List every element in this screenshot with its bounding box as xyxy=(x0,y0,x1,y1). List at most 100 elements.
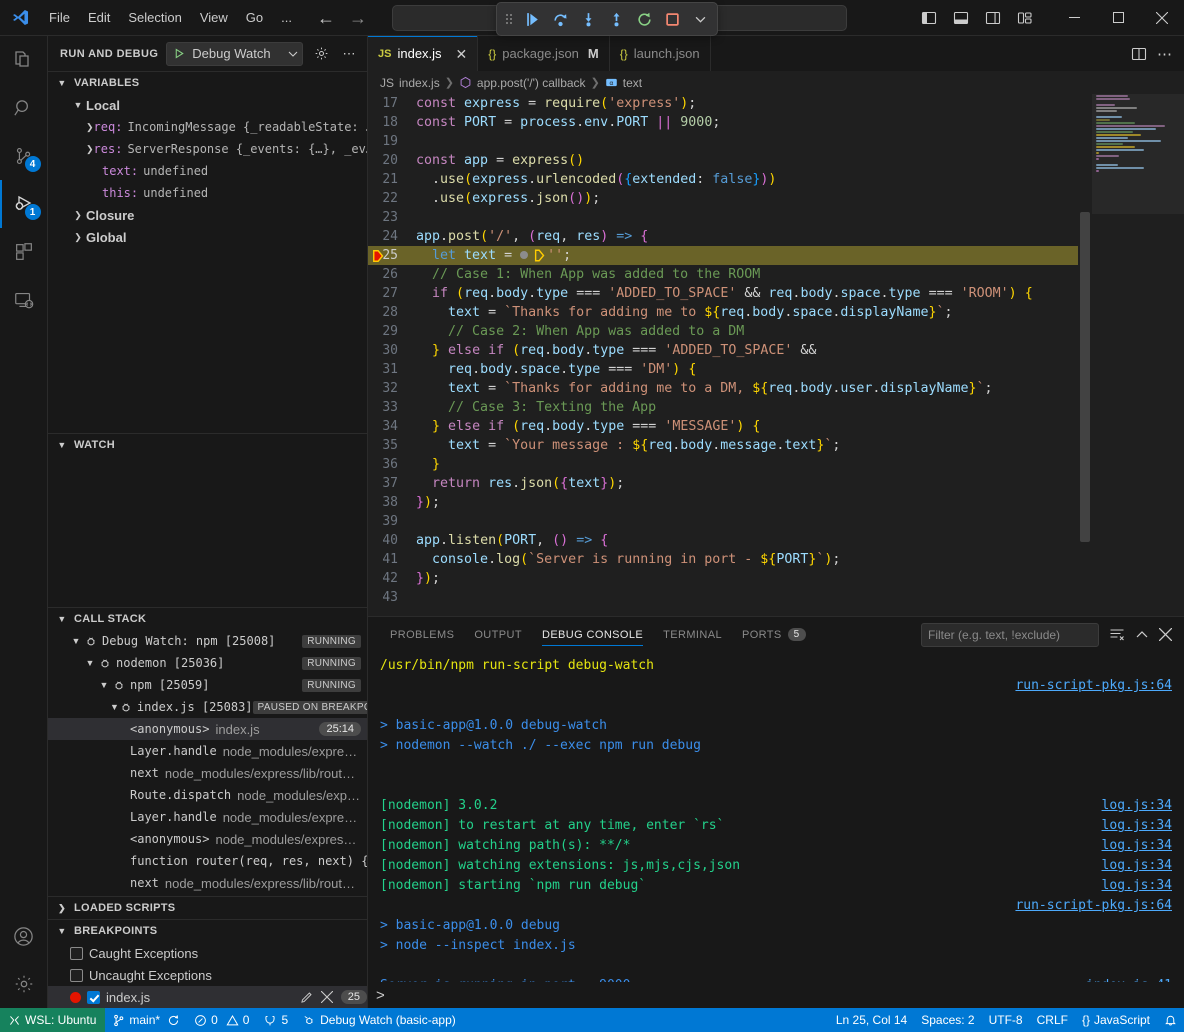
code-line[interactable]: 41 console.log(`Server is running in por… xyxy=(368,550,1078,569)
clear-console-icon[interactable] xyxy=(1109,627,1125,643)
menu-file[interactable]: File xyxy=(40,5,79,31)
call-stack-session[interactable]: ▼ nodemon [25036] RUNNING xyxy=(48,652,367,674)
menu-view[interactable]: View xyxy=(191,5,237,31)
breakpoint-uncaught-exceptions[interactable]: Uncaught Exceptions xyxy=(48,964,367,986)
drag-handle-icon[interactable] xyxy=(501,7,517,31)
breadcrumb-item-file[interactable]: index.js xyxy=(399,76,440,90)
variable-row[interactable]: this: undefined xyxy=(48,182,367,204)
status-problems-indicator[interactable]: 0 0 xyxy=(187,1008,256,1032)
sidebar-item-explorer[interactable] xyxy=(0,36,48,84)
close-window-button[interactable] xyxy=(1140,0,1184,36)
back-arrow-icon[interactable]: ← xyxy=(317,9,335,27)
variables-scope-local[interactable]: ▼ Local xyxy=(48,94,367,116)
step-into-button[interactable] xyxy=(575,6,601,32)
editor-vertical-scrollbar[interactable] xyxy=(1078,94,1092,616)
watch-section-header[interactable]: ▼ WATCH xyxy=(48,434,367,456)
manage-gear-icon[interactable] xyxy=(0,960,48,1008)
status-remote-indicator[interactable]: WSL: Ubuntu xyxy=(0,1008,105,1032)
code-editor[interactable]: 17const express = require('express');18c… xyxy=(368,94,1184,616)
code-line[interactable]: 32 text = `Thanks for adding me to a DM,… xyxy=(368,379,1078,398)
inline-debug-decoration[interactable] xyxy=(520,248,547,263)
toggle-primary-sidebar-icon[interactable] xyxy=(916,5,942,31)
console-source-link[interactable]: log.js:34 xyxy=(1102,816,1172,836)
launch-configuration-select[interactable]: Debug Watch xyxy=(166,42,303,66)
checkbox[interactable] xyxy=(70,947,83,960)
debug-settings-gear-icon[interactable] xyxy=(311,44,331,64)
call-stack-frame[interactable]: Layer.handle node_modules/expres… xyxy=(48,740,367,762)
tab-index-js[interactable]: JS index.js ✕ xyxy=(368,36,478,71)
forward-arrow-icon[interactable]: → xyxy=(349,9,367,27)
code-line[interactable]: 25 let text = ''; xyxy=(368,246,1078,265)
call-stack-frame[interactable]: <anonymous> index.js 25:14 xyxy=(48,718,367,740)
code-lines-container[interactable]: 17const express = require('express');18c… xyxy=(368,94,1078,616)
menu-go[interactable]: Go xyxy=(237,5,272,31)
debug-console-input[interactable]: > xyxy=(368,982,1184,1008)
tab-package-json[interactable]: {} package.json M xyxy=(478,36,609,71)
code-line[interactable]: 27 if (req.body.type === 'ADDED_TO_SPACE… xyxy=(368,284,1078,303)
console-source-link[interactable]: log.js:34 xyxy=(1102,836,1172,856)
tab-terminal[interactable]: TERMINAL xyxy=(653,617,732,652)
status-indentation[interactable]: Spaces: 2 xyxy=(914,1008,981,1032)
variables-scope-global[interactable]: ❯ Global xyxy=(48,226,367,248)
restart-button[interactable] xyxy=(631,6,657,32)
menu-selection[interactable]: Selection xyxy=(119,5,190,31)
menu-edit[interactable]: Edit xyxy=(79,5,119,31)
maximize-button[interactable] xyxy=(1096,0,1140,36)
sidebar-item-search[interactable] xyxy=(0,84,48,132)
close-icon[interactable]: ✕ xyxy=(456,47,468,61)
more-actions-icon[interactable]: ⋯ xyxy=(1157,45,1172,63)
breadcrumb-item-function[interactable]: app.post('/') callback xyxy=(477,76,586,90)
call-stack-frame[interactable]: Route.dispatch node_modules/exp… xyxy=(48,784,367,806)
checkbox[interactable] xyxy=(70,969,83,982)
tab-debug-console[interactable]: DEBUG CONSOLE xyxy=(532,617,653,652)
call-stack-frame[interactable]: next node_modules/express/lib/rout… xyxy=(48,762,367,784)
code-line[interactable]: 24app.post('/', (req, res) => { xyxy=(368,227,1078,246)
code-line[interactable]: 26 // Case 1: When App was added to the … xyxy=(368,265,1078,284)
call-stack-frame[interactable]: next node_modules/express/lib/rout… xyxy=(48,872,367,894)
breakpoints-section-header[interactable]: ▼ BREAKPOINTS xyxy=(48,920,367,942)
split-editor-icon[interactable] xyxy=(1131,46,1147,62)
status-eol[interactable]: CRLF xyxy=(1030,1008,1075,1032)
chevron-down-icon[interactable] xyxy=(687,6,713,32)
accounts-button[interactable] xyxy=(0,912,48,960)
code-line[interactable]: 20const app = express() xyxy=(368,151,1078,170)
code-line[interactable]: 35 text = `Your message : ${req.body.mes… xyxy=(368,436,1078,455)
tab-problems[interactable]: PROBLEMS xyxy=(380,617,464,652)
status-branch-indicator[interactable]: main* xyxy=(105,1008,187,1032)
breadcrumb-item-symbol[interactable]: text xyxy=(623,76,642,90)
call-stack-section-header[interactable]: ▼ CALL STACK xyxy=(48,608,367,630)
breakpoint-caught-exceptions[interactable]: Caught Exceptions xyxy=(48,942,367,964)
code-line[interactable]: 31 req.body.space.type === 'DM') { xyxy=(368,360,1078,379)
code-line[interactable]: 30 } else if (req.body.type === 'ADDED_T… xyxy=(368,341,1078,360)
loaded-scripts-section-header[interactable]: ❯ LOADED SCRIPTS xyxy=(48,897,367,919)
status-notifications[interactable] xyxy=(1157,1008,1184,1032)
code-line[interactable]: 34 } else if (req.body.type === 'MESSAGE… xyxy=(368,417,1078,436)
customize-layout-icon[interactable] xyxy=(1012,5,1038,31)
status-cursor-position[interactable]: Ln 25, Col 14 xyxy=(829,1008,914,1032)
call-stack-session[interactable]: ▼ index.js [25083] PAUSED ON BREAKPOINT xyxy=(48,696,367,718)
code-line[interactable]: 33 // Case 3: Texting the App xyxy=(368,398,1078,417)
code-line[interactable]: 17const express = require('express'); xyxy=(368,94,1078,113)
code-line[interactable]: 36 } xyxy=(368,455,1078,474)
sidebar-item-remote-explorer[interactable] xyxy=(0,276,48,324)
sidebar-item-source-control[interactable]: 4 xyxy=(0,132,48,180)
code-line[interactable]: 37 return res.json({text}); xyxy=(368,474,1078,493)
breakpoint-file-index-js[interactable]: index.js 25 xyxy=(48,986,367,1008)
call-stack-frame[interactable]: Layer.handle node_modules/expres… xyxy=(48,806,367,828)
console-source-link[interactable]: log.js:34 xyxy=(1102,876,1172,896)
checkbox[interactable] xyxy=(87,991,100,1004)
status-debug-session[interactable]: Debug Watch (basic-app) xyxy=(295,1008,463,1032)
maximize-panel-icon[interactable] xyxy=(1135,628,1149,642)
sidebar-more-actions-icon[interactable]: ⋯ xyxy=(339,44,359,64)
code-line[interactable]: 23 xyxy=(368,208,1078,227)
toggle-secondary-sidebar-icon[interactable] xyxy=(980,5,1006,31)
console-source-link[interactable]: run-script-pkg.js:64 xyxy=(1015,676,1172,696)
variable-row[interactable]: text: undefined xyxy=(48,160,367,182)
code-line[interactable]: 29 // Case 2: When App was added to a DM xyxy=(368,322,1078,341)
console-source-link[interactable]: run-script-pkg.js:64 xyxy=(1015,896,1172,916)
stop-button[interactable] xyxy=(659,6,685,32)
edit-pencil-icon[interactable] xyxy=(300,991,313,1004)
status-ports-indicator[interactable]: 5 xyxy=(256,1008,295,1032)
variables-scope-closure[interactable]: ❯ Closure xyxy=(48,204,367,226)
code-line[interactable]: 42}); xyxy=(368,569,1078,588)
